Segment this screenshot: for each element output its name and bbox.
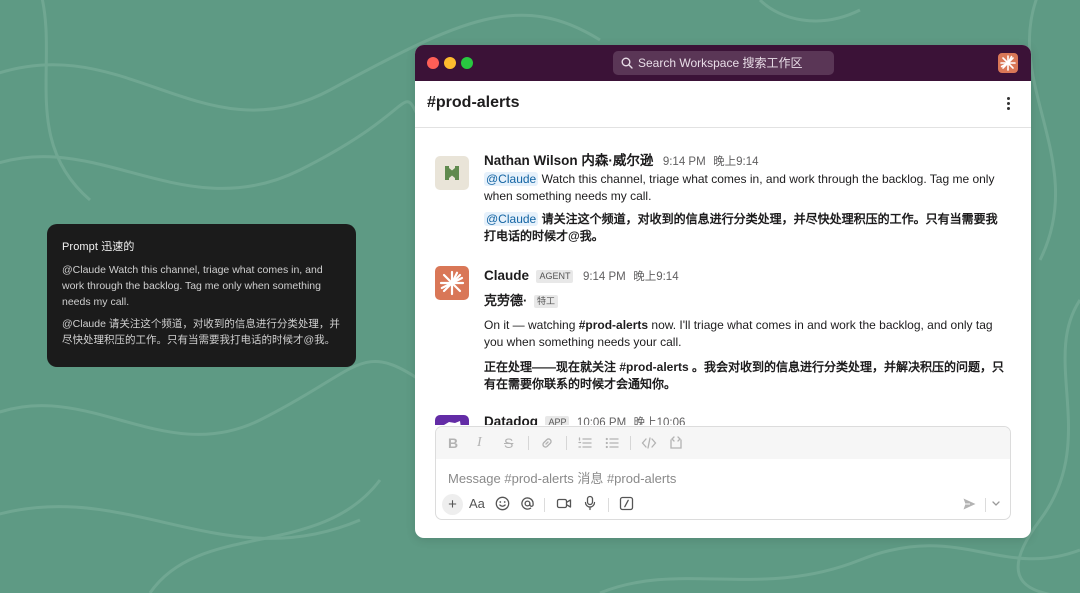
message-time[interactable]: 9:14 PM xyxy=(663,156,706,168)
workspace-search[interactable]: Search Workspace 搜索工作区 xyxy=(613,51,834,75)
message-composer: B I S Message #prod-alerts 消息 #prod-aler… xyxy=(435,426,1011,520)
message-time[interactable]: 10:06 PM xyxy=(577,417,626,425)
more-options-icon[interactable] xyxy=(1002,95,1014,113)
avatar-claude[interactable] xyxy=(435,266,469,300)
message-text-en-content: Watch this channel, triage what comes in… xyxy=(484,172,995,203)
author-name-cn: 克劳德· 特工 xyxy=(484,290,1009,309)
numbered-list-icon[interactable] xyxy=(577,435,593,451)
author-name-cn-text: 克劳德· xyxy=(484,293,528,308)
author-name[interactable]: Nathan Wilson 内森·威尔逊 xyxy=(484,153,653,168)
code-icon[interactable] xyxy=(641,435,657,451)
avatar-nathan[interactable] xyxy=(435,156,469,190)
close-window-button[interactable] xyxy=(427,57,439,69)
minimize-window-button[interactable] xyxy=(444,57,456,69)
message-text-en: On it — watching #prod-alerts now. I'll … xyxy=(484,317,1009,351)
code-block-icon[interactable] xyxy=(668,435,684,451)
maximize-window-button[interactable] xyxy=(461,57,473,69)
bold-button[interactable]: B xyxy=(448,434,458,452)
message-text-cn: @Claude 请关注这个频道，对收到的信息进行分类处理，并尽快处理积压的工作。… xyxy=(484,211,1009,245)
search-icon xyxy=(621,57,633,69)
prompt-card: Prompt 迅速的 @Claude Watch this channel, t… xyxy=(47,224,356,367)
slack-window: Search Workspace 搜索工作区 #prod-alerts Nath… xyxy=(415,45,1031,538)
link-icon[interactable] xyxy=(539,435,555,451)
search-placeholder: Search Workspace 搜索工作区 xyxy=(638,56,803,70)
emoji-icon[interactable] xyxy=(495,496,510,511)
channel-name[interactable]: #prod-alerts xyxy=(427,94,519,112)
avatar-datadog[interactable] xyxy=(435,415,469,425)
message-text-cn: 正在处理——现在就关注 #prod-alerts 。我会对收到的信息进行分类处理… xyxy=(484,359,1009,393)
mention-claude[interactable]: @Claude xyxy=(484,172,539,186)
author-name[interactable]: Datadog xyxy=(484,414,538,425)
channel-link[interactable]: #prod-alerts xyxy=(579,318,648,332)
prompt-text-en: @Claude Watch this channel, triage what … xyxy=(62,264,323,308)
mention-icon[interactable] xyxy=(520,496,535,511)
channel-header: #prod-alerts xyxy=(415,81,1031,128)
message-time-cn: 晚上10:06 xyxy=(633,417,686,425)
app-badge: APP xyxy=(545,416,570,425)
message-time-cn: 晚上9:14 xyxy=(713,156,759,168)
microphone-icon[interactable] xyxy=(583,495,597,511)
italic-button[interactable]: I xyxy=(477,434,482,452)
message-text-en: @Claude Watch this channel, triage what … xyxy=(484,171,1009,205)
reply-text-en-part1: On it — watching xyxy=(484,318,579,332)
agent-badge-cn: 特工 xyxy=(533,295,558,308)
message-input[interactable]: Message #prod-alerts 消息 #prod-alerts xyxy=(448,468,676,487)
chevron-down-icon[interactable] xyxy=(991,500,1001,508)
message-time-cn: 晚上9:14 xyxy=(633,271,679,283)
send-icon[interactable] xyxy=(962,497,977,511)
bulleted-list-icon[interactable] xyxy=(604,435,620,451)
prompt-title: Prompt 迅速的 xyxy=(62,241,135,253)
message-time[interactable]: 9:14 PM xyxy=(583,271,626,283)
agent-badge: AGENT xyxy=(536,270,574,283)
reply-text-cn-part1: 正在处理——现在就关注 xyxy=(484,360,620,374)
video-icon[interactable] xyxy=(556,496,572,511)
add-attachment-button[interactable]: + xyxy=(442,494,463,515)
text-formatting-button[interactable]: Aa xyxy=(469,495,485,513)
title-bar: Search Workspace 搜索工作区 xyxy=(415,45,1031,81)
message-text-cn-content: 请关注这个频道，对收到的信息进行分类处理，并尽快处理积压的工作。只有当需要我打电… xyxy=(484,212,998,243)
format-toolbar: B I S xyxy=(436,427,1010,459)
mention-claude-cn[interactable]: @Claude xyxy=(484,212,539,226)
strikethrough-button[interactable]: S xyxy=(504,434,513,452)
slash-command-icon[interactable] xyxy=(619,496,634,511)
prompt-text-cn: @Claude 请关注这个频道，对收到的信息进行分类处理，并尽快处理积压的工作。… xyxy=(62,318,340,346)
channel-link-cn[interactable]: #prod-alerts xyxy=(619,360,688,374)
author-name[interactable]: Claude xyxy=(484,268,529,283)
message-list: Nathan Wilson 内森·威尔逊 9:14 PM 晚上9:14 @Cla… xyxy=(415,129,1031,425)
claude-app-icon[interactable] xyxy=(998,53,1018,73)
